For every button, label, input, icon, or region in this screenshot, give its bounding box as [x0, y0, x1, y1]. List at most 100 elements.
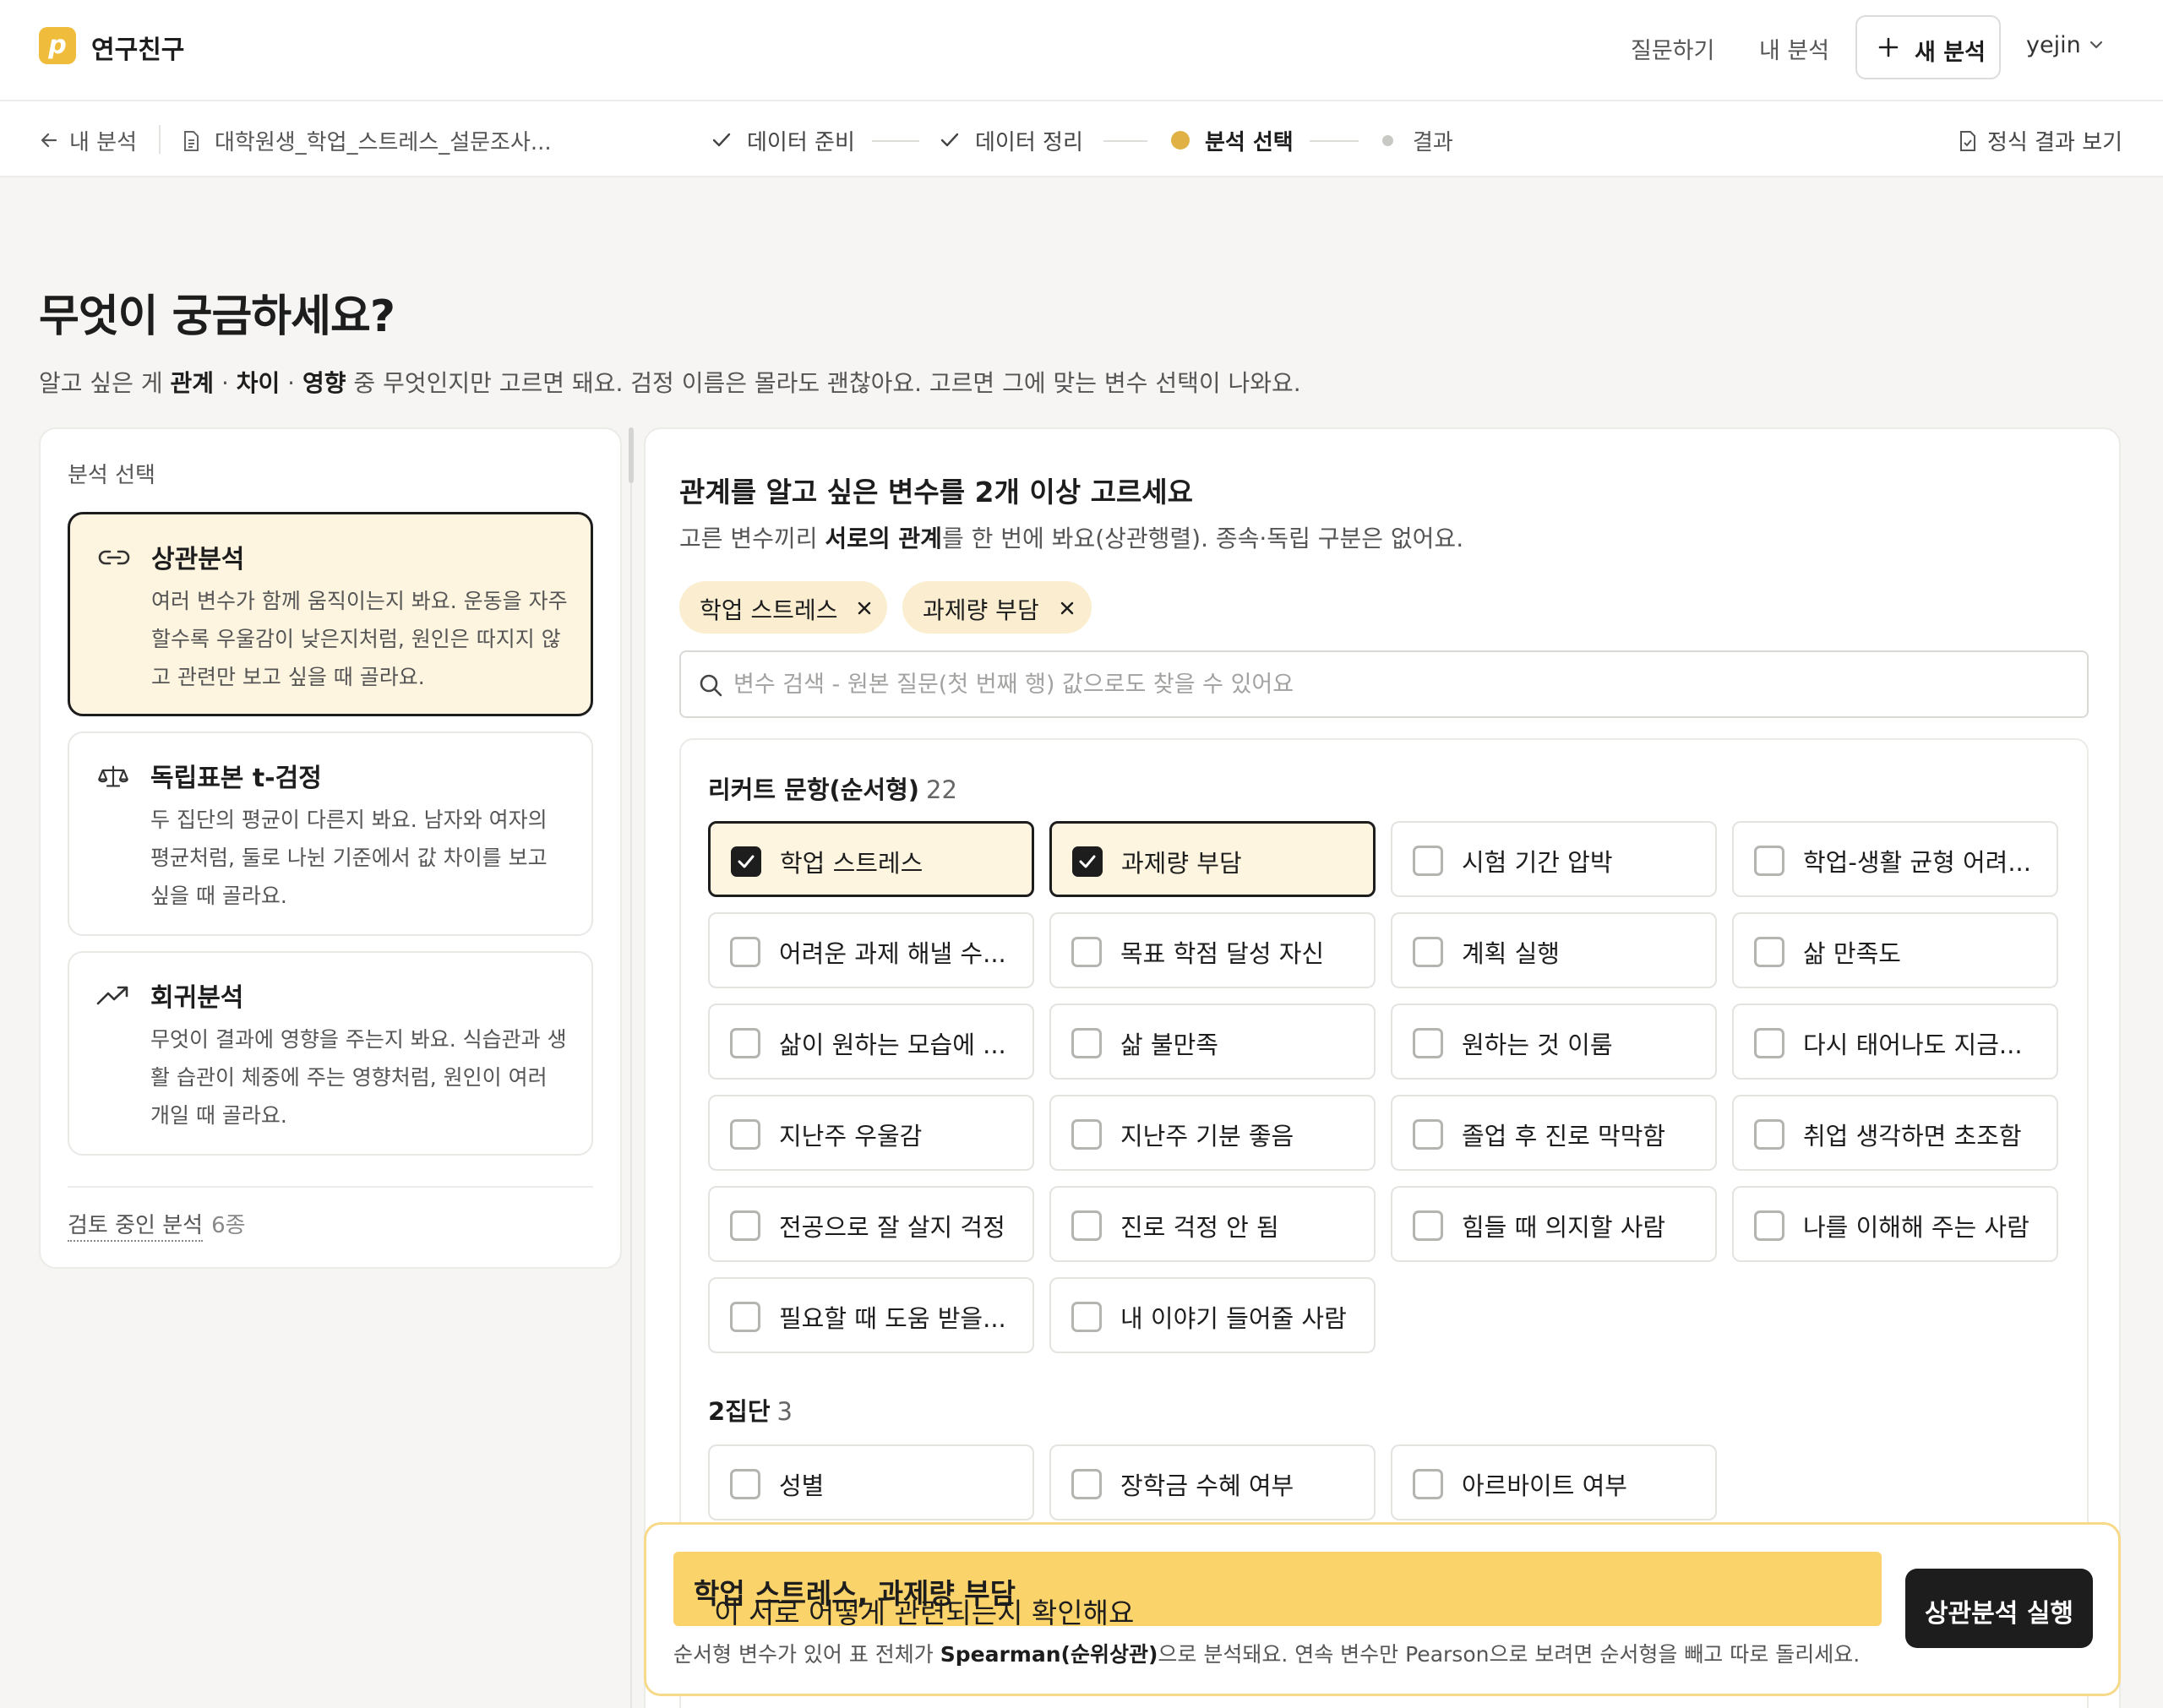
variable-label: 성별 — [779, 1471, 825, 1500]
variable-option[interactable]: 원하는 것 이룸 — [1391, 1004, 1717, 1080]
checkbox[interactable] — [1754, 1210, 1784, 1241]
search-input[interactable] — [733, 664, 2068, 704]
brand-name[interactable]: 연구친구 — [91, 29, 184, 66]
checkbox[interactable] — [1071, 1119, 1102, 1150]
variable-label: 학업-생활 균형 어려... — [1803, 848, 2031, 877]
step-data-prep[interactable]: 데이터 준비 — [747, 125, 855, 156]
panel-divider — [630, 427, 632, 1708]
file-icon — [184, 131, 199, 151]
arrow-left-icon — [41, 133, 57, 148]
new-analysis-button[interactable]: 새 분석 — [1855, 15, 2001, 79]
checkbox[interactable] — [730, 1210, 760, 1241]
variable-panel-subtitle: 고른 변수끼리 서로의 관계를 한 번에 봐요(상관행렬). 종속·독립 구분은… — [679, 525, 1464, 552]
variable-option[interactable]: 내 이야기 들어줄 사람 — [1049, 1277, 1376, 1353]
checkbox[interactable] — [1754, 937, 1784, 967]
close-icon[interactable] — [1060, 601, 1075, 616]
analysis-card-ttest[interactable]: 독립표본 t-검정 두 집단의 평균이 다른지 봐요. 남자와 여자의 평균처럼… — [68, 732, 593, 936]
checkbox[interactable] — [1071, 1028, 1102, 1058]
analysis-card-correlation[interactable]: 상관분석 여러 변수가 함께 움직이는지 봐요. 운동을 자주 할수록 우울감이… — [68, 512, 593, 716]
user-menu[interactable]: yejin — [2026, 32, 2081, 58]
checkbox[interactable] — [1072, 846, 1103, 877]
close-icon[interactable] — [857, 601, 872, 616]
analysis-card-regression[interactable]: 회귀분석 무엇이 결과에 영향을 주는지 봐요. 식습관과 생활 습관이 체중에… — [68, 951, 593, 1156]
variable-option[interactable]: 지난주 기분 좋음 — [1049, 1095, 1376, 1171]
variable-option[interactable]: 나를 이해해 주는 사람 — [1732, 1186, 2058, 1262]
checkbox[interactable] — [730, 1302, 760, 1332]
checkbox[interactable] — [730, 1028, 760, 1058]
variable-label: 다시 태어나도 지금... — [1803, 1031, 2023, 1059]
checkbox[interactable] — [1754, 846, 1784, 876]
checkbox[interactable] — [1413, 1469, 1443, 1499]
analysis-desc: 여러 변수가 함께 움직이는지 봐요. 운동을 자주 할수록 우울감이 낮은지처… — [151, 589, 568, 689]
variable-label: 아르바이트 여부 — [1462, 1471, 1627, 1500]
variable-option[interactable]: 취업 생각하면 초조함 — [1732, 1095, 2058, 1171]
variable-option[interactable]: 학업 스트레스 — [708, 821, 1034, 897]
variable-label: 계획 실행 — [1462, 939, 1560, 968]
chip-label: 학업 스트레스 — [700, 596, 838, 624]
step-connector — [1310, 140, 1359, 142]
selected-chip[interactable]: 학업 스트레스 — [679, 581, 887, 634]
variable-option[interactable]: 졸업 후 진로 막막함 — [1391, 1095, 1717, 1171]
nav-my-analyses[interactable]: 내 분석 — [1759, 32, 1829, 65]
variable-option[interactable]: 다시 태어나도 지금... — [1732, 1004, 2058, 1080]
action-summary: 학업 스트레스, 과제량 부담 이 서로 어떻게 관련되는지 확인해요 — [673, 1552, 1882, 1629]
checkbox[interactable] — [730, 1119, 760, 1150]
review-count: 6종 — [211, 1213, 246, 1238]
step-analysis-select[interactable]: 분석 선택 — [1205, 125, 1294, 156]
variable-option[interactable]: 전공으로 잘 살지 걱정 — [708, 1186, 1034, 1262]
checkbox[interactable] — [1071, 937, 1102, 967]
variable-option[interactable]: 지난주 우울감 — [708, 1095, 1034, 1171]
checkbox[interactable] — [1413, 1028, 1443, 1058]
logo[interactable]: p — [39, 27, 76, 64]
nav-ask[interactable]: 질문하기 — [1631, 32, 1714, 65]
variable-label: 내 이야기 들어줄 사람 — [1120, 1304, 1347, 1333]
chip-label: 과제량 부담 — [923, 596, 1039, 624]
checkbox[interactable] — [1754, 1119, 1784, 1150]
document-icon — [1960, 131, 1975, 151]
checkbox[interactable] — [1413, 846, 1443, 876]
step-data-cleaning[interactable]: 데이터 정리 — [975, 125, 1083, 156]
scrollbar-thumb[interactable] — [629, 427, 634, 483]
checkbox[interactable] — [1071, 1469, 1102, 1499]
variable-option[interactable]: 진로 걱정 안 됨 — [1049, 1186, 1376, 1262]
variable-option[interactable]: 목표 학점 달성 자신 — [1049, 912, 1376, 988]
step-result[interactable]: 결과 — [1413, 125, 1453, 156]
review-analyses[interactable]: 검토 중인 분석 6종 — [68, 1208, 246, 1242]
checkbox[interactable] — [1071, 1302, 1102, 1332]
link-icon — [98, 550, 130, 565]
variable-option[interactable]: 힘들 때 의지할 사람 — [1391, 1186, 1717, 1262]
group-count: 3 — [776, 1397, 793, 1426]
search-icon — [700, 674, 722, 697]
checkbox[interactable] — [1413, 937, 1443, 967]
checkbox[interactable] — [1754, 1028, 1784, 1058]
selected-chip[interactable]: 과제량 부담 — [902, 581, 1092, 634]
variable-option[interactable]: 성별 — [708, 1444, 1034, 1520]
variable-option[interactable]: 삶이 원하는 모습에 ... — [708, 1004, 1034, 1080]
checkbox[interactable] — [730, 1469, 760, 1499]
variable-option[interactable]: 아르바이트 여부 — [1391, 1444, 1717, 1520]
checkbox[interactable] — [1413, 1119, 1443, 1150]
variable-option[interactable]: 시험 기간 압박 — [1391, 821, 1717, 897]
variable-option[interactable]: 어려운 과제 해낼 수... — [708, 912, 1034, 988]
check-icon — [712, 133, 731, 147]
analysis-name: 회귀분석 — [150, 983, 244, 1013]
run-correlation-button[interactable]: 상관분석 실행 — [1905, 1569, 2093, 1648]
checkbox[interactable] — [1071, 1210, 1102, 1241]
variable-label: 지난주 기분 좋음 — [1120, 1122, 1294, 1150]
report-label: 정식 결과 보기 — [1987, 130, 2123, 155]
checkbox[interactable] — [730, 937, 760, 967]
variable-option[interactable]: 계획 실행 — [1391, 912, 1717, 988]
variable-option[interactable]: 삶 불만족 — [1049, 1004, 1376, 1080]
checkbox[interactable] — [1413, 1210, 1443, 1241]
divider — [68, 1186, 593, 1188]
checkbox[interactable] — [731, 846, 761, 877]
variable-option[interactable]: 삶 만족도 — [1732, 912, 2058, 988]
variable-search[interactable] — [679, 650, 2089, 718]
variable-option[interactable]: 장학금 수혜 여부 — [1049, 1444, 1376, 1520]
variable-option[interactable]: 학업-생활 균형 어려... — [1732, 821, 2058, 897]
analysis-name: 독립표본 t-검정 — [150, 764, 322, 793]
analysis-name: 상관분석 — [151, 545, 245, 574]
chevron-down-icon[interactable] — [2089, 39, 2104, 51]
variable-option[interactable]: 필요할 때 도움 받을... — [708, 1277, 1034, 1353]
variable-option[interactable]: 과제량 부담 — [1049, 821, 1376, 897]
